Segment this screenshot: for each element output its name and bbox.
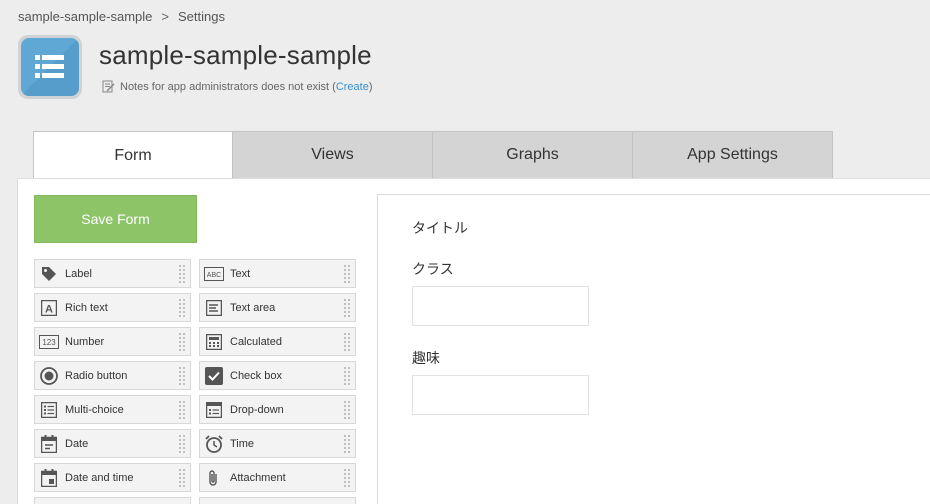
breadcrumb-current: Settings <box>177 9 225 24</box>
rich-text-icon: A <box>39 298 59 318</box>
form-field-label-hobby[interactable]: 趣味 <box>412 348 440 368</box>
svg-text:ABC: ABC <box>207 272 221 279</box>
drag-handle-icon[interactable] <box>178 332 186 352</box>
palette-item-number[interactable]: 123 Number <box>34 327 191 356</box>
number-icon: 123 <box>39 332 59 352</box>
form-layout-area <box>377 194 930 504</box>
notes-text: Notes for app administrators does not ex… <box>120 80 336 93</box>
palette-item-date-and-time[interactable]: Date and time <box>34 463 191 492</box>
form-field-label-class[interactable]: クラス <box>412 259 454 279</box>
tab-views[interactable]: Views <box>233 131 433 179</box>
palette-item-text[interactable]: ABC Text <box>199 259 356 288</box>
breadcrumb-separator: > <box>161 9 169 24</box>
breadcrumb: sample-sample-sample > Settings <box>18 9 225 24</box>
drag-handle-icon[interactable] <box>343 400 351 420</box>
drag-handle-icon[interactable] <box>343 298 351 318</box>
text-field-icon: ABC <box>204 264 224 284</box>
drag-handle-icon[interactable] <box>343 468 351 488</box>
drag-handle-icon[interactable] <box>178 298 186 318</box>
palette-item-label-text: Date and time <box>65 471 134 484</box>
list-icon <box>35 55 64 78</box>
clock-icon <box>204 434 224 454</box>
palette-item-rich-text[interactable]: A Rich text <box>34 293 191 322</box>
palette-item-label[interactable]: Label <box>34 259 191 288</box>
palette-item-label-text: Attachment <box>230 471 286 484</box>
admin-notes: Notes for app administrators does not ex… <box>102 80 373 93</box>
palette-item-partial[interactable] <box>34 497 191 504</box>
drag-handle-icon[interactable] <box>178 366 186 386</box>
palette-item-partial[interactable] <box>199 497 356 504</box>
app-icon <box>18 35 82 99</box>
palette-item-label-text: Date <box>65 437 89 450</box>
dropdown-icon <box>204 400 224 420</box>
create-notes-link[interactable]: Create <box>336 81 369 93</box>
drag-handle-icon[interactable] <box>343 434 351 454</box>
palette-item-label-text: Time <box>230 437 255 450</box>
notes-close-paren: ) <box>368 80 373 93</box>
drag-handle-icon[interactable] <box>343 332 351 352</box>
palette-item-date[interactable]: Date <box>34 429 191 458</box>
drag-handle-icon[interactable] <box>178 468 186 488</box>
form-field-label-title[interactable]: タイトル <box>412 218 468 238</box>
calculator-icon <box>204 332 224 352</box>
palette-item-label-text: Calculated <box>230 335 282 348</box>
palette-item-label-text: Text area <box>230 301 276 314</box>
palette-item-label-text: Rich text <box>65 301 108 314</box>
calendar-icon <box>39 434 59 454</box>
palette-item-label-text: Text <box>230 267 251 280</box>
tab-graphs[interactable]: Graphs <box>433 131 633 179</box>
settings-tabs: Form Views Graphs App Settings <box>33 131 833 180</box>
breadcrumb-app-link[interactable]: sample-sample-sample <box>18 9 152 24</box>
app-title: sample-sample-sample <box>99 40 372 70</box>
palette-item-label-text: Multi-choice <box>65 403 124 416</box>
palette-item-label-text: Label <box>65 267 92 280</box>
palette-item-label-text: Check box <box>230 369 282 382</box>
tab-app-settings[interactable]: App Settings <box>633 131 833 179</box>
svg-text:A: A <box>45 303 53 315</box>
palette-item-drop-down[interactable]: Drop-down <box>199 395 356 424</box>
save-form-button[interactable]: Save Form <box>34 195 197 243</box>
palette-item-multi-choice[interactable]: Multi-choice <box>34 395 191 424</box>
drag-handle-icon[interactable] <box>178 434 186 454</box>
drag-handle-icon[interactable] <box>178 400 186 420</box>
tag-icon <box>39 264 59 284</box>
hobby-input[interactable] <box>412 375 589 415</box>
text-area-icon <box>204 298 224 318</box>
multi-choice-icon <box>39 400 59 420</box>
palette-item-label-text: Radio button <box>65 369 128 382</box>
palette-item-time[interactable]: Time <box>199 429 356 458</box>
checkbox-icon <box>204 366 224 386</box>
class-input[interactable] <box>412 286 589 326</box>
datetime-icon <box>39 468 59 488</box>
palette-item-label-text: Number <box>65 335 105 348</box>
palette-item-attachment[interactable]: Attachment <box>199 463 356 492</box>
palette-item-calculated[interactable]: Calculated <box>199 327 356 356</box>
palette-item-radio-button[interactable]: Radio button <box>34 361 191 390</box>
drag-handle-icon[interactable] <box>343 264 351 284</box>
palette-item-check-box[interactable]: Check box <box>199 361 356 390</box>
drag-handle-icon[interactable] <box>343 366 351 386</box>
svg-text:123: 123 <box>42 338 56 347</box>
tab-form[interactable]: Form <box>33 131 233 180</box>
radio-icon <box>39 366 59 386</box>
palette-item-label-text: Drop-down <box>230 403 284 416</box>
drag-handle-icon[interactable] <box>178 264 186 284</box>
paperclip-icon <box>204 468 224 488</box>
note-edit-icon <box>102 80 115 93</box>
palette-item-text-area[interactable]: Text area <box>199 293 356 322</box>
